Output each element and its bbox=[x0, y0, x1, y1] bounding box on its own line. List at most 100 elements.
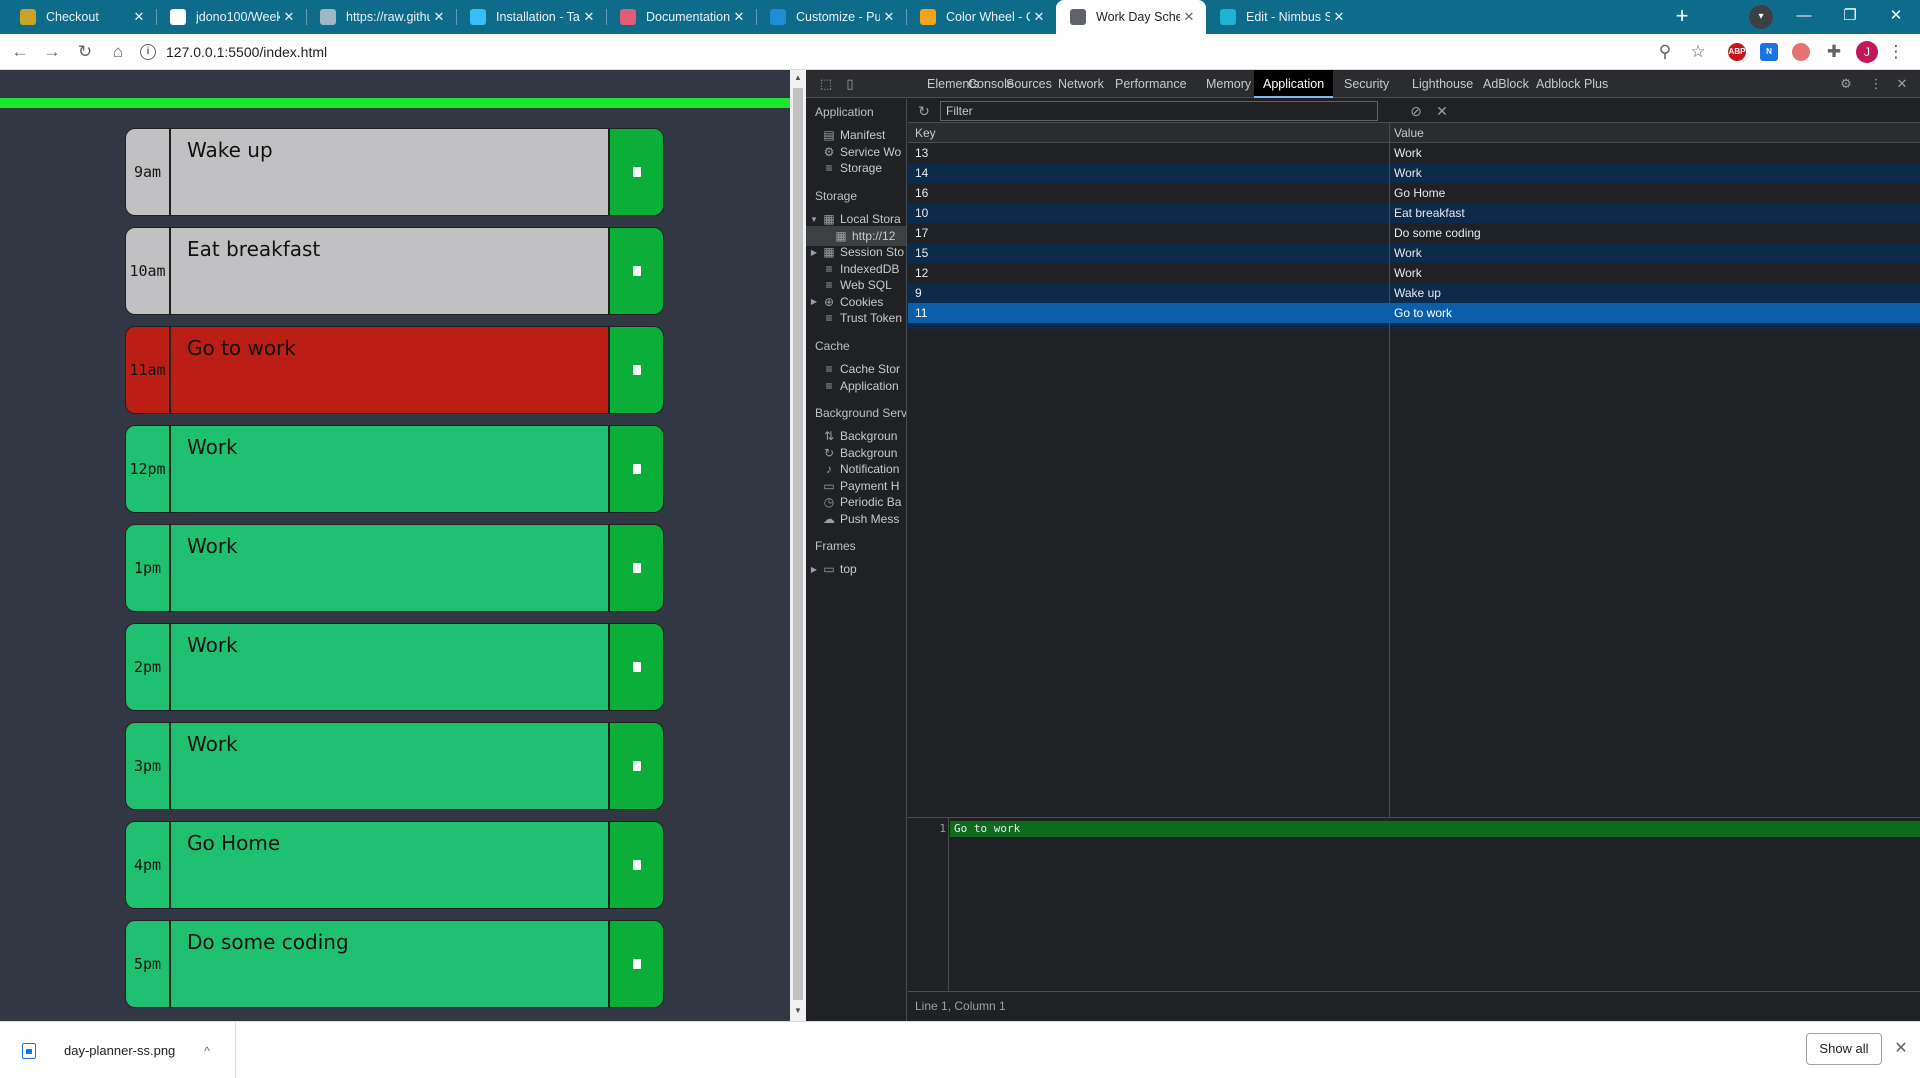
download-item[interactable]: day-planner-ss.png ^ bbox=[0, 1022, 236, 1078]
table-row[interactable]: 16 Go Home bbox=[908, 183, 1920, 203]
devtools-tab-network[interactable]: Network bbox=[1049, 70, 1113, 98]
tab-close-icon[interactable]: ✕ bbox=[280, 9, 298, 25]
close-devtools-icon[interactable]: ✕ bbox=[1892, 74, 1912, 94]
table-row[interactable]: 9 Wake up bbox=[908, 283, 1920, 303]
sidebar-item-2[interactable]: ≡ Storage bbox=[806, 158, 906, 178]
devtools-tab-application[interactable]: Application bbox=[1254, 70, 1334, 98]
close-window-button[interactable]: ✕ bbox=[1873, 0, 1919, 34]
browser-tab[interactable]: Checkout ✕ bbox=[6, 0, 156, 34]
save-button[interactable] bbox=[608, 623, 664, 711]
event-textarea[interactable]: Eat breakfast bbox=[171, 227, 608, 315]
devtools-tab-lighthouse[interactable]: Lighthouse bbox=[1403, 70, 1482, 98]
chevron-up-icon[interactable]: ^ bbox=[197, 1044, 217, 1058]
column-divider[interactable] bbox=[1389, 123, 1390, 817]
delete-selected-icon[interactable]: ✕ bbox=[1432, 101, 1452, 121]
zoom-icon[interactable]: ⚲ bbox=[1653, 40, 1677, 64]
table-row[interactable]: 17 Do some coding bbox=[908, 223, 1920, 243]
expand-arrow-icon[interactable]: ▶ bbox=[808, 297, 820, 306]
tab-close-icon[interactable]: ✕ bbox=[730, 9, 748, 25]
browser-tab[interactable]: Edit - Nimbus Screens✕ bbox=[1206, 0, 1356, 34]
save-button[interactable] bbox=[608, 821, 664, 909]
nimbus-extension-icon[interactable]: N bbox=[1760, 43, 1778, 61]
event-textarea[interactable]: Wake up bbox=[171, 128, 608, 216]
new-tab-button[interactable]: + bbox=[1670, 5, 1694, 29]
device-toolbar-icon[interactable]: ▯ bbox=[840, 74, 860, 94]
tab-close-icon[interactable]: ✕ bbox=[1030, 9, 1048, 25]
event-textarea[interactable]: Work bbox=[171, 524, 608, 612]
reload-icon[interactable]: ↻ bbox=[73, 40, 97, 64]
inspect-element-icon[interactable]: ⬚ bbox=[816, 74, 836, 94]
devtools-menu-icon[interactable]: ⋮ bbox=[1866, 74, 1886, 94]
event-textarea[interactable]: Do some coding bbox=[171, 920, 608, 1008]
home-icon[interactable]: ⌂ bbox=[106, 40, 130, 64]
browser-tab[interactable]: Color Wheel - Color C✕ bbox=[906, 0, 1056, 34]
event-textarea[interactable]: Work bbox=[171, 623, 608, 711]
save-button[interactable] bbox=[608, 722, 664, 810]
table-row[interactable]: 12 Work bbox=[908, 263, 1920, 283]
browser-tab[interactable]: jdono100/Week-05-Da✕ bbox=[156, 0, 306, 34]
table-row[interactable]: 15 Work bbox=[908, 243, 1920, 263]
devtools-tab-security[interactable]: Security bbox=[1335, 70, 1398, 98]
value-column-header[interactable]: Value bbox=[1394, 123, 1424, 143]
table-row[interactable]: 10 Eat breakfast bbox=[908, 203, 1920, 223]
page-scrollbar[interactable]: ▲ ▼ bbox=[790, 70, 806, 1021]
browser-tab[interactable]: Work Day Scheduler✕ bbox=[1056, 0, 1206, 34]
table-row[interactable]: 11 Go to work bbox=[908, 303, 1920, 323]
tab-close-icon[interactable]: ✕ bbox=[880, 9, 898, 25]
sidebar-cache-item-1[interactable]: ≡ Application bbox=[806, 376, 906, 396]
sidebar-frame-top[interactable]: ▶ ▭ top bbox=[806, 559, 906, 579]
event-textarea[interactable]: Go Home bbox=[171, 821, 608, 909]
refresh-icon[interactable]: ↻ bbox=[914, 101, 934, 121]
adblock-plus-extension-icon[interactable]: ABP bbox=[1728, 43, 1746, 61]
tab-close-icon[interactable]: ✕ bbox=[130, 9, 148, 25]
key-column-header[interactable]: Key bbox=[915, 123, 936, 143]
save-button[interactable] bbox=[608, 425, 664, 513]
expand-arrow-icon[interactable]: ▶ bbox=[808, 565, 820, 574]
sidebar-bg-item-5[interactable]: ☁ Push Mess bbox=[806, 509, 906, 529]
event-textarea[interactable]: Work bbox=[171, 425, 608, 513]
filter-input[interactable] bbox=[940, 101, 1378, 121]
show-all-button[interactable]: Show all bbox=[1806, 1033, 1882, 1065]
preview-line[interactable]: Go to work bbox=[950, 821, 1920, 837]
save-button[interactable] bbox=[608, 128, 664, 216]
expand-arrow-icon[interactable]: ▼ bbox=[808, 215, 820, 224]
tab-close-icon[interactable]: ✕ bbox=[430, 9, 448, 25]
back-icon[interactable]: ← bbox=[8, 40, 32, 64]
sidebar-storage-item-6[interactable]: ≡ Trust Token bbox=[806, 308, 906, 328]
forward-icon[interactable]: → bbox=[40, 40, 64, 64]
save-button[interactable] bbox=[608, 326, 664, 414]
event-textarea[interactable]: Go to work bbox=[171, 326, 608, 414]
event-textarea[interactable]: Work bbox=[171, 722, 608, 810]
scroll-up-icon[interactable]: ▲ bbox=[793, 73, 803, 82]
devtools-tab-adblock-plus[interactable]: Adblock Plus bbox=[1527, 70, 1617, 98]
save-button[interactable] bbox=[608, 524, 664, 612]
tab-close-icon[interactable]: ✕ bbox=[1180, 9, 1198, 25]
extensions-puzzle-icon[interactable]: ✚ bbox=[1822, 40, 1846, 64]
tab-close-icon[interactable]: ✕ bbox=[1330, 9, 1348, 25]
save-button[interactable] bbox=[608, 227, 664, 315]
browser-tab[interactable]: Customize - Pure✕ bbox=[756, 0, 906, 34]
address-bar[interactable]: i 127.0.0.1:5500/index.html bbox=[140, 39, 1660, 65]
menu-kebab-icon[interactable]: ⋮ bbox=[1884, 40, 1908, 64]
bookmark-star-icon[interactable]: ☆ bbox=[1686, 40, 1710, 64]
browser-tab[interactable]: https://raw.githubuser✕ bbox=[306, 0, 456, 34]
close-shelf-icon[interactable]: ✕ bbox=[1890, 1038, 1912, 1060]
browser-tab[interactable]: Installation - Tailwind✕ bbox=[456, 0, 606, 34]
settings-gear-icon[interactable]: ⚙ bbox=[1836, 74, 1856, 94]
table-row[interactable]: 14 Work bbox=[908, 163, 1920, 183]
devtools-tab-performance[interactable]: Performance bbox=[1106, 70, 1196, 98]
browser-tab[interactable]: Documentation - Mate✕ bbox=[606, 0, 756, 34]
scrollbar-thumb[interactable] bbox=[793, 88, 803, 1000]
table-row[interactable]: 13 Work bbox=[908, 143, 1920, 163]
minimize-button[interactable]: — bbox=[1781, 0, 1827, 34]
tab-search-icon[interactable]: ▾ bbox=[1749, 5, 1773, 29]
save-button[interactable] bbox=[608, 920, 664, 1008]
site-info-icon[interactable]: i bbox=[140, 44, 156, 60]
devtools-tab-memory[interactable]: Memory bbox=[1197, 70, 1260, 98]
scroll-down-icon[interactable]: ▼ bbox=[793, 1006, 803, 1015]
profile-avatar[interactable]: J bbox=[1856, 41, 1878, 63]
restore-button[interactable]: ❐ bbox=[1827, 0, 1873, 34]
clear-all-icon[interactable]: ⊘ bbox=[1406, 101, 1426, 121]
expand-arrow-icon[interactable]: ▶ bbox=[808, 248, 820, 257]
extension-icon[interactable] bbox=[1792, 43, 1810, 61]
